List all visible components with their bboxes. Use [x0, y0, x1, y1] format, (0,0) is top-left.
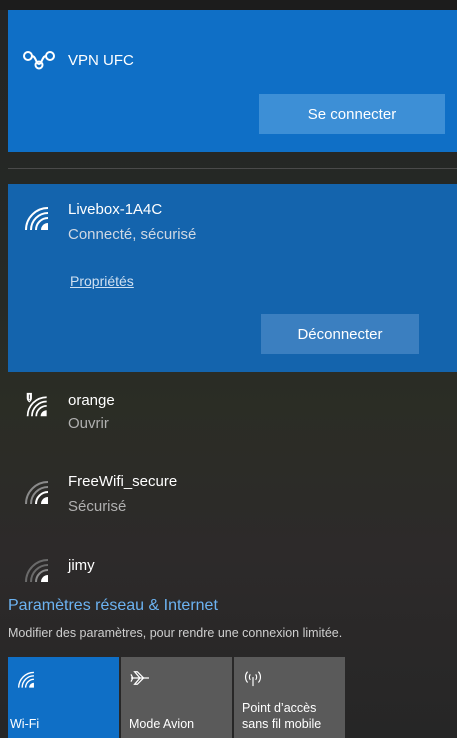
properties-link[interactable]: Propriétés [70, 273, 134, 289]
network-item-orange[interactable]: orange Ouvrir [8, 378, 457, 450]
hotspot-icon [245, 671, 261, 687]
airplane-mode-tile[interactable]: Mode Avion [121, 657, 232, 738]
network-item-jimy[interactable]: jimy [8, 548, 457, 588]
airplane-icon [130, 671, 149, 685]
wifi-shield-icon [26, 392, 47, 417]
network-item-freewifi-secure[interactable]: FreeWifi_secure Sécurisé [8, 466, 457, 538]
network-flyout: VPN UFC Se connecter Livebox-1A4C Connec… [0, 0, 457, 738]
tile-label: Wi-Fi [10, 717, 40, 731]
network-name: Livebox-1A4C [68, 201, 163, 218]
network-name: FreeWifi_secure [68, 473, 178, 490]
vpn-name: VPN UFC [68, 52, 134, 69]
tile-label-line: sans fil mobile [242, 717, 322, 731]
tile-label: Mode Avion [129, 717, 195, 731]
network-name: orange [68, 392, 115, 409]
wifi-signal-icon [25, 559, 49, 583]
mobile-hotspot-tile[interactable]: Point d’accès sans fil mobile [234, 657, 345, 738]
network-status: Sécurisé [68, 498, 127, 515]
divider [8, 168, 457, 169]
tile-label: Point d’accès sans fil mobile [242, 700, 321, 732]
top-edge [0, 0, 457, 10]
network-name: jimy [68, 557, 95, 574]
connected-network-item[interactable]: Livebox-1A4C Connecté, sécurisé Propriét… [8, 184, 457, 372]
vpn-connect-button[interactable]: Se connecter [259, 94, 445, 134]
network-settings-description: Modifier des paramètres, pour rendre une… [8, 626, 343, 640]
wifi-signal-icon [25, 207, 49, 231]
vpn-icon [23, 51, 55, 70]
network-status: Ouvrir [68, 415, 109, 432]
disconnect-button[interactable]: Déconnecter [261, 314, 419, 354]
vpn-item[interactable]: VPN UFC Se connecter [8, 10, 457, 152]
network-status: Connecté, sécurisé [68, 226, 197, 243]
tile-label-line: Point d’accès [242, 701, 317, 715]
wifi-icon [18, 671, 35, 688]
wifi-signal-icon [25, 481, 49, 505]
wifi-toggle-tile[interactable]: Wi-Fi [8, 657, 119, 738]
network-settings-link[interactable]: Paramètres réseau & Internet [8, 597, 218, 615]
